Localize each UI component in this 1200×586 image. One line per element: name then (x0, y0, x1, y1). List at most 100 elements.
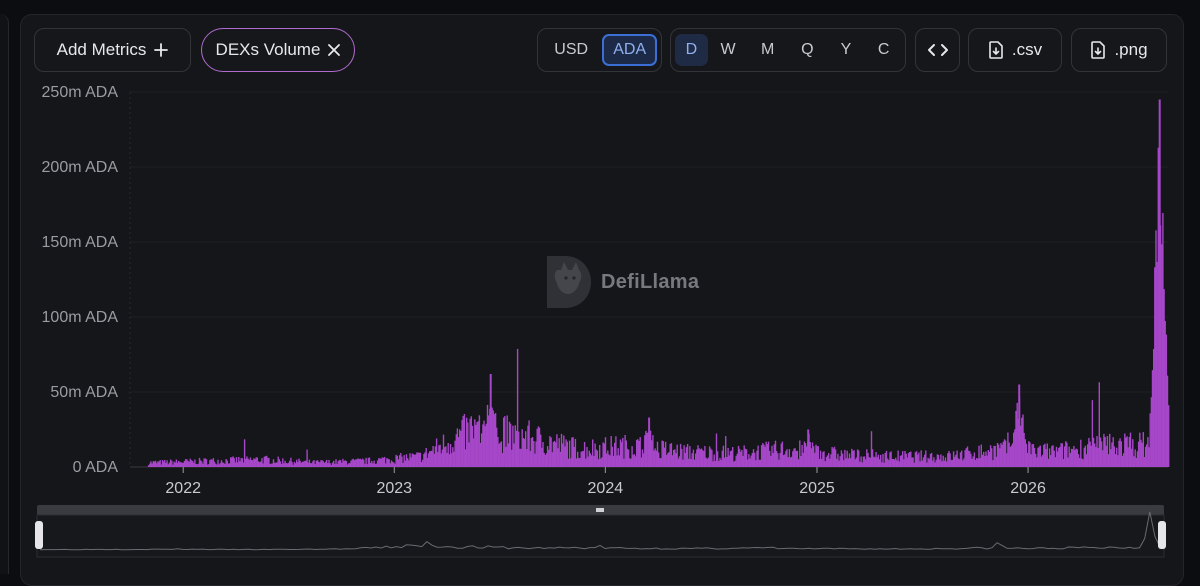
volume-bar (1002, 441, 1004, 467)
volume-bar (638, 440, 640, 467)
volume-bar (778, 459, 780, 467)
volume-bar (965, 448, 967, 467)
volume-bar (770, 455, 772, 467)
volume-bar (991, 448, 993, 467)
volume-bar (632, 454, 634, 467)
volume-bar (467, 422, 469, 467)
volume-bar (1061, 443, 1063, 467)
volume-bar (898, 461, 900, 467)
volume-bar (954, 456, 956, 467)
volume-bar (765, 441, 767, 467)
volume-bar (1164, 320, 1166, 467)
volume-bar (767, 441, 770, 467)
volume-bar (147, 465, 150, 467)
y-axis-labels: 0 ADA 50m ADA 100m ADA 150m ADA 200m ADA 250m… (42, 84, 119, 476)
volume-bar (1119, 438, 1121, 467)
volume-bar (509, 423, 512, 467)
volume-bar (448, 454, 450, 467)
volume-bar (376, 460, 379, 467)
volume-bar (409, 453, 411, 467)
volume-bar (629, 458, 631, 467)
volume-bar (172, 464, 174, 467)
volume-bar (323, 462, 326, 467)
volume-bar (456, 428, 459, 467)
volume-bar (874, 457, 876, 467)
volume-bar (786, 449, 788, 467)
volume-bar (209, 460, 211, 467)
volume-bar (486, 404, 489, 467)
volume-bar (1050, 455, 1052, 467)
volume-bar (587, 456, 589, 467)
volume-bar (151, 463, 153, 467)
volume-bar (1140, 439, 1142, 467)
volume-bar (688, 458, 690, 467)
volume-bar (760, 445, 763, 467)
volume-bar (978, 445, 980, 467)
volume-bar (1146, 444, 1148, 467)
peak-bar (489, 374, 492, 467)
volume-bar (1037, 447, 1039, 467)
volume-bar (759, 459, 762, 467)
volume-bar (305, 460, 307, 467)
volume-bar (1007, 432, 1009, 467)
volume-bar (741, 450, 743, 467)
volume-bar (339, 460, 342, 467)
volume-bar (984, 456, 986, 467)
volume-bar (875, 452, 877, 467)
volume-bar (1013, 432, 1015, 467)
volume-bar (693, 459, 696, 467)
volume-bar (589, 453, 592, 467)
volume-bar (681, 448, 683, 467)
volume-bar (515, 430, 518, 467)
volume-bar (248, 459, 250, 467)
volume-bar (1137, 441, 1140, 467)
y-tick-label: 150m ADA (42, 234, 119, 251)
volume-bar (1122, 453, 1125, 467)
volume-bar (1025, 443, 1028, 467)
volume-bar (573, 446, 575, 467)
zoom-grip-icon[interactable] (596, 508, 604, 512)
volume-bar (313, 460, 315, 467)
volume-bar (733, 461, 735, 467)
zoom-handle-right[interactable] (1158, 521, 1166, 549)
volume-bar (528, 420, 530, 467)
volume-bar (955, 454, 957, 467)
volume-bar (925, 450, 927, 467)
volume-bar (981, 454, 984, 467)
volume-bar (994, 446, 996, 467)
volume-bar (198, 457, 201, 467)
volume-bar (699, 449, 701, 467)
volume-bar (337, 461, 339, 467)
y-tick-label: 50m ADA (50, 384, 118, 401)
volume-bar (358, 459, 360, 467)
x-axis: 2022 2023 2024 2025 2026 (165, 467, 1046, 497)
volume-bar (483, 420, 485, 467)
volume-bar (683, 445, 685, 467)
volume-bar (656, 441, 659, 467)
volume-bar (614, 442, 616, 467)
volume-bar (393, 462, 395, 467)
volume-bar (734, 460, 736, 467)
volume-bar (408, 460, 410, 467)
volume-bar (444, 447, 446, 467)
volume-bar (986, 455, 988, 467)
zoom-slider[interactable] (35, 505, 1166, 558)
volume-bar (1008, 442, 1010, 467)
volume-bar (847, 458, 849, 467)
volume-bar (223, 462, 225, 467)
volume-bar (1010, 445, 1013, 467)
volume-bar (1078, 457, 1081, 467)
volume-bar (566, 441, 568, 467)
volume-bar (789, 457, 792, 467)
volume-bar (184, 459, 187, 467)
volume-bar (1058, 448, 1060, 467)
volume-bar (634, 456, 637, 467)
volume-bar (1044, 443, 1046, 467)
volume-bar (592, 439, 594, 467)
volume-bar (626, 448, 629, 467)
volume-bar (265, 455, 268, 467)
zoom-handle-left[interactable] (35, 521, 43, 549)
volume-bar (264, 456, 267, 467)
volume-bar (659, 457, 661, 467)
volume-bar (751, 453, 753, 467)
